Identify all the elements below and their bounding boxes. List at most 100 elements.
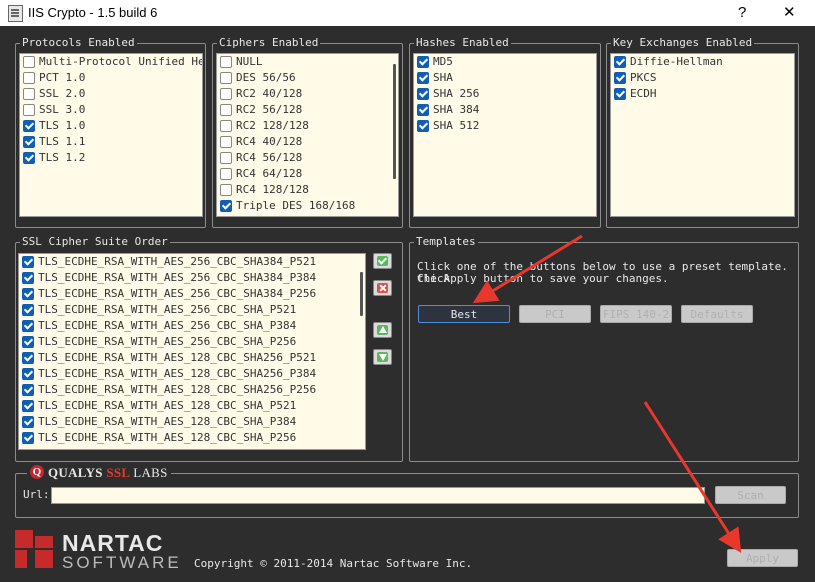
hash-item[interactable]: SHA 256 [414,86,596,102]
cipher-item[interactable]: RC4 56/128 [217,150,398,166]
cipher-suite-item[interactable]: TLS_ECDHE_RSA_WITH_AES_256_CBC_SHA_P256 [19,334,365,350]
cipher-item[interactable]: RC2 128/128 [217,118,398,134]
checkbox[interactable] [417,104,429,116]
hash-item[interactable]: SHA 512 [414,118,596,134]
checkbox[interactable] [22,400,34,412]
checkbox[interactable] [614,88,626,100]
cipher-item[interactable]: NULL [217,54,398,70]
cipher-suite-item[interactable]: TLS_ECDHE_RSA_WITH_AES_256_CBC_SHA384_P2… [19,286,365,302]
checkbox[interactable] [23,136,35,148]
help-button[interactable]: ? [738,4,746,21]
checkbox[interactable] [22,416,34,428]
cipher-suite-item[interactable]: TLS_ECDHE_RSA_WITH_AES_128_CBC_SHA256_P5… [19,350,365,366]
cipher-suite-item[interactable]: TLS_ECDHE_RSA_WITH_AES_128_CBC_SHA_P256 [19,430,365,446]
cipher-item[interactable]: RC4 128/128 [217,182,398,198]
checkbox[interactable] [220,168,232,180]
key-exchanges-list[interactable]: Diffie-Hellman PKCS ECDH [610,53,795,217]
key-exchange-item[interactable]: Diffie-Hellman [611,54,794,70]
checkbox[interactable] [220,120,232,132]
checkbox[interactable] [22,384,34,396]
cipher-suite-list[interactable]: TLS_ECDHE_RSA_WITH_AES_256_CBC_SHA384_P5… [18,253,366,450]
cipher-suite-scrollbar[interactable] [360,272,363,316]
url-input[interactable] [51,487,705,504]
cipher-suite-item[interactable]: TLS_ECDHE_RSA_WITH_AES_256_CBC_SHA_P521 [19,302,365,318]
template-fips-button[interactable]: FIPS 140-2 [600,305,672,323]
checkbox[interactable] [220,88,232,100]
checkbox[interactable] [614,72,626,84]
checkbox[interactable] [23,104,35,116]
cipher-suite-item[interactable]: TLS_ECDHE_RSA_WITH_AES_256_CBC_SHA_P384 [19,318,365,334]
cipher-suite-item[interactable]: TLS_ECDHE_RSA_WITH_AES_256_CBC_SHA384_P3… [19,270,365,286]
cipher-suite-item[interactable]: TLS_ECDHE_RSA_WITH_AES_128_CBC_SHA256_P3… [19,366,365,382]
protocol-item[interactable]: TLS 1.2 [20,150,202,166]
ciphers-scrollbar[interactable] [393,64,396,179]
cipher-suite-item-label: TLS_ECDHE_RSA_WITH_AES_256_CBC_SHA_P521 [38,303,297,316]
cipher-item[interactable]: Triple DES 168/168 [217,198,398,214]
checkbox[interactable] [22,304,34,316]
checkbox[interactable] [22,288,34,300]
hash-item[interactable]: SHA [414,70,596,86]
cipher-suite-legend: SSL Cipher Suite Order [20,235,170,249]
checkbox[interactable] [22,336,34,348]
key-exchange-item[interactable]: PKCS [611,70,794,86]
hash-item[interactable]: MD5 [414,54,596,70]
checkbox[interactable] [220,136,232,148]
close-button[interactable]: ✕ [783,3,796,21]
checkbox[interactable] [220,184,232,196]
checkbox[interactable] [220,200,232,212]
template-best-button[interactable]: Best [418,305,510,323]
check-all-button[interactable] [373,253,392,269]
move-up-button[interactable] [373,322,392,338]
checkbox[interactable] [22,272,34,284]
checkbox[interactable] [23,56,35,68]
cipher-suite-item[interactable]: TLS_ECDHE_RSA_WITH_AES_128_CBC_SHA_P521 [19,398,365,414]
cipher-item-label: Triple DES 168/168 [236,199,356,212]
hashes-list[interactable]: MD5 SHA SHA 256 SHA 384 SHA 512 [413,53,597,217]
checkbox[interactable] [22,368,34,380]
checkbox[interactable] [220,56,232,68]
cipher-suite-item[interactable]: TLS_ECDHE_RSA_WITH_AES_128_CBC_SHA_P384 [19,414,365,430]
template-pci-button[interactable]: PCI [519,305,591,323]
cipher-item[interactable]: RC4 64/128 [217,166,398,182]
cipher-suite-item[interactable]: TLS_ECDHE_RSA_WITH_AES_256_CBC_SHA384_P5… [19,254,365,270]
protocol-item[interactable]: TLS 1.0 [20,118,202,134]
protocol-item[interactable]: Multi-Protocol Unified Hell [20,54,202,70]
cipher-item[interactable]: DES 56/56 [217,70,398,86]
checkbox[interactable] [417,120,429,132]
checkbox[interactable] [220,152,232,164]
checkbox[interactable] [417,56,429,68]
cipher-suite-item-label: TLS_ECDHE_RSA_WITH_AES_128_CBC_SHA256_P2… [38,383,317,396]
scan-button[interactable]: Scan [715,486,786,504]
checkbox[interactable] [417,72,429,84]
checkbox[interactable] [22,256,34,268]
key-exchange-item-label: Diffie-Hellman [630,55,723,68]
protocol-item[interactable]: SSL 2.0 [20,86,202,102]
apply-button[interactable]: Apply [727,549,798,567]
checkbox[interactable] [23,88,35,100]
checkbox[interactable] [23,152,35,164]
move-down-button[interactable] [373,349,392,365]
protocol-item[interactable]: SSL 3.0 [20,102,202,118]
checkbox[interactable] [614,56,626,68]
checkbox[interactable] [22,432,34,444]
checkbox[interactable] [220,72,232,84]
checkbox[interactable] [220,104,232,116]
cipher-item[interactable]: RC2 56/128 [217,102,398,118]
checkbox[interactable] [23,72,35,84]
checkbox[interactable] [23,120,35,132]
protocols-list[interactable]: Multi-Protocol Unified Hell PCT 1.0 SSL 2.… [19,53,203,217]
uncheck-all-button[interactable] [373,280,392,296]
checkbox[interactable] [22,320,34,332]
ciphers-list[interactable]: NULL DES 56/56 RC2 40/128 RC2 56/128 RC2 128… [216,53,399,217]
template-defaults-button[interactable]: Defaults [681,305,753,323]
cipher-suite-item[interactable]: TLS_ECDHE_RSA_WITH_AES_128_CBC_SHA256_P2… [19,382,365,398]
protocol-item-label: TLS 1.2 [39,151,86,164]
protocol-item[interactable]: TLS 1.1 [20,134,202,150]
key-exchange-item[interactable]: ECDH [611,86,794,102]
cipher-item[interactable]: RC4 40/128 [217,134,398,150]
protocol-item[interactable]: PCT 1.0 [20,70,202,86]
hash-item[interactable]: SHA 384 [414,102,596,118]
checkbox[interactable] [22,352,34,364]
cipher-item[interactable]: RC2 40/128 [217,86,398,102]
checkbox[interactable] [417,88,429,100]
